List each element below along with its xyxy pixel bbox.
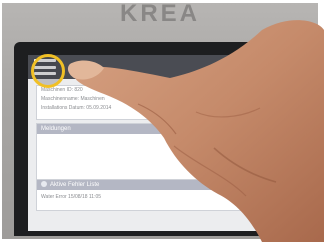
photo-frame: KREA Maschinen ID: 820 Maschinenname: Ma… (0, 0, 324, 242)
pointing-hand (67, 20, 324, 242)
